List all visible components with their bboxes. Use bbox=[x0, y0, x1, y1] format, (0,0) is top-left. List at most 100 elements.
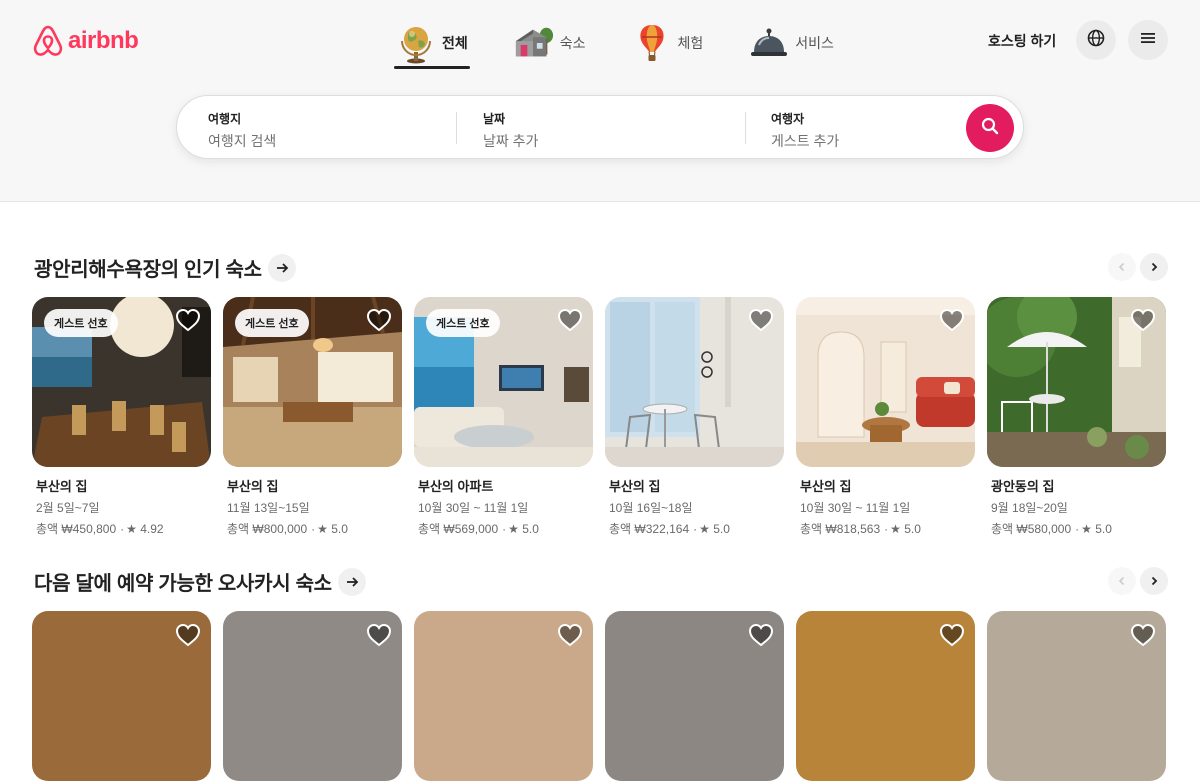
tab-stays-label: 숙소 bbox=[559, 35, 586, 51]
date-field[interactable]: 날짜 날짜 추가 bbox=[483, 96, 733, 160]
date-label: 날짜 bbox=[483, 112, 506, 126]
listing-rating: ★ 5.0 bbox=[890, 522, 921, 536]
heart-icon[interactable] bbox=[366, 623, 392, 647]
heart-icon[interactable] bbox=[175, 308, 201, 332]
house-icon bbox=[514, 23, 554, 63]
service-bell-icon bbox=[749, 23, 789, 63]
listing-photo bbox=[605, 297, 784, 467]
heart-icon[interactable] bbox=[557, 623, 583, 647]
where-field[interactable]: 여행지 여행지 검색 bbox=[208, 96, 448, 160]
meta-separator: · bbox=[693, 522, 698, 536]
listing-card[interactable]: 게스트 선호 부산의 집 11월 13일~15일 총액 ₩800,000 · ★ 5… bbox=[223, 297, 402, 537]
heart-icon[interactable] bbox=[939, 623, 965, 647]
search-divider bbox=[745, 112, 746, 144]
listing-photo bbox=[987, 611, 1166, 781]
meta-separator: · bbox=[311, 522, 316, 536]
heart-icon[interactable] bbox=[748, 308, 774, 332]
section-arrow-button[interactable] bbox=[267, 253, 296, 282]
chevron-left-icon bbox=[1118, 576, 1125, 586]
where-label: 여행지 bbox=[208, 112, 242, 126]
carousel-prev-button[interactable] bbox=[1108, 567, 1136, 595]
listing-price: 총액 ₩322,164 bbox=[609, 522, 690, 536]
carousel-next-button[interactable] bbox=[1140, 567, 1168, 595]
listing-card[interactable]: 게스트 선호 부산의 아파트 10월 30일 ~ 11월 1일 총액 ₩569,… bbox=[414, 297, 593, 537]
search-bar: 여행지 여행지 검색 날짜 날짜 추가 여행자 게스트 추가 bbox=[176, 95, 1024, 159]
listing-title: 부산의 아파트 bbox=[418, 479, 494, 494]
airbnb-logo[interactable]: airbnb bbox=[32, 24, 139, 58]
listing-card[interactable] bbox=[605, 611, 784, 781]
arrow-right-icon bbox=[346, 576, 359, 587]
listing-photo bbox=[796, 611, 975, 781]
listing-carousel: 게스트 선호 부산의 집 2월 5일~7일 총액 ₩450,800 · ★ 4.92 bbox=[32, 297, 1166, 537]
listing-photo bbox=[605, 611, 784, 781]
heart-icon[interactable] bbox=[175, 623, 201, 647]
section-title-text: 다음 달에 예약 가능한 오사카시 숙소 bbox=[34, 573, 332, 595]
language-button[interactable] bbox=[1076, 20, 1116, 60]
listing-card[interactable] bbox=[223, 611, 402, 781]
listing-card[interactable]: 부산의 집 10월 16일~18일 총액 ₩322,164 · ★ 5.0 bbox=[605, 297, 784, 537]
meta-separator: · bbox=[1075, 522, 1080, 536]
listing-carousel bbox=[32, 611, 1166, 781]
listing-meta: 총액 ₩322,164 · ★ 5.0 bbox=[609, 520, 784, 537]
listing-dates: 10월 30일 ~ 11월 1일 bbox=[418, 501, 529, 515]
globe-icon bbox=[1087, 29, 1105, 52]
listing-card[interactable] bbox=[796, 611, 975, 781]
heart-icon[interactable] bbox=[1130, 308, 1156, 332]
listing-photo: 게스트 선호 bbox=[414, 297, 593, 467]
listing-price: 총액 ₩580,000 bbox=[991, 522, 1072, 536]
carousel-prev-button[interactable] bbox=[1108, 253, 1136, 281]
listing-card[interactable]: 광안동의 집 9월 18일~20일 총액 ₩580,000 · ★ 5.0 bbox=[987, 297, 1166, 537]
tab-services[interactable]: 서비스 bbox=[745, 18, 838, 68]
search-divider bbox=[456, 112, 457, 144]
listing-photo bbox=[987, 297, 1166, 467]
heart-icon[interactable] bbox=[939, 308, 965, 332]
listing-dates: 9월 18일~20일 bbox=[991, 501, 1068, 515]
tab-all[interactable]: 전체 bbox=[392, 18, 472, 69]
search-button[interactable] bbox=[966, 104, 1014, 152]
hot-air-balloon-icon bbox=[632, 23, 672, 63]
heart-icon[interactable] bbox=[557, 308, 583, 332]
listing-card[interactable]: 게스트 선호 부산의 집 2월 5일~7일 총액 ₩450,800 · ★ 4.92 bbox=[32, 297, 211, 537]
section-title-text: 광안리해수욕장의 인기 숙소 bbox=[34, 259, 262, 281]
main-menu-button[interactable] bbox=[1128, 20, 1168, 60]
tab-experiences[interactable]: 체험 bbox=[628, 18, 708, 68]
listing-rating: ★ 4.92 bbox=[126, 522, 164, 536]
guest-favorite-badge: 게스트 선호 bbox=[426, 309, 500, 337]
globe-icon bbox=[396, 23, 436, 64]
listing-title: 광안동의 집 bbox=[991, 479, 1055, 494]
arrow-right-icon bbox=[276, 262, 288, 273]
listing-price: 총액 ₩569,000 bbox=[418, 522, 499, 536]
listing-card[interactable] bbox=[414, 611, 593, 781]
guests-field[interactable]: 여행자 게스트 추가 bbox=[771, 96, 941, 160]
guests-label: 여행자 bbox=[771, 112, 805, 126]
listing-card[interactable] bbox=[987, 611, 1166, 781]
chevron-right-icon bbox=[1151, 262, 1158, 272]
listing-photo bbox=[223, 611, 402, 781]
section-osaka-next-month: 다음 달에 예약 가능한 오사카시 숙소 bbox=[32, 567, 1168, 781]
listing-photo bbox=[32, 611, 211, 781]
heart-icon[interactable] bbox=[748, 623, 774, 647]
carousel-next-button[interactable] bbox=[1140, 253, 1168, 281]
menu-icon bbox=[1140, 31, 1156, 50]
airbnb-logo-icon bbox=[33, 25, 63, 56]
listing-card[interactable] bbox=[32, 611, 211, 781]
heart-icon[interactable] bbox=[366, 308, 392, 332]
listing-photo: 게스트 선호 bbox=[32, 297, 211, 467]
guest-favorite-badge: 게스트 선호 bbox=[235, 309, 309, 337]
listing-rating: ★ 5.0 bbox=[699, 522, 730, 536]
listing-meta: 총액 ₩818,563 · ★ 5.0 bbox=[800, 520, 975, 537]
listing-meta: 총액 ₩569,000 · ★ 5.0 bbox=[418, 520, 593, 537]
hosting-link[interactable]: 호스팅 하기 bbox=[988, 31, 1056, 51]
heart-icon[interactable] bbox=[1130, 623, 1156, 647]
listing-price: 총액 ₩818,563 bbox=[800, 522, 881, 536]
listing-card[interactable]: 부산의 집 10월 30일 ~ 11월 1일 총액 ₩818,563 · ★ 5.0 bbox=[796, 297, 975, 537]
listing-photo bbox=[414, 611, 593, 781]
chevron-left-icon bbox=[1118, 262, 1125, 272]
section-arrow-button[interactable] bbox=[337, 567, 366, 596]
listing-title: 부산의 집 bbox=[36, 479, 88, 494]
listing-rating: ★ 5.0 bbox=[1081, 522, 1112, 536]
tab-stays[interactable]: 숙소 bbox=[510, 18, 590, 68]
section-title: 광안리해수욕장의 인기 숙소 bbox=[34, 253, 296, 282]
tab-all-label: 전체 bbox=[442, 35, 468, 51]
header: airbnb 전체 숙소 체험 서비스 호스팅 하기 여행지 여행지 검색 날짜… bbox=[0, 0, 1200, 202]
